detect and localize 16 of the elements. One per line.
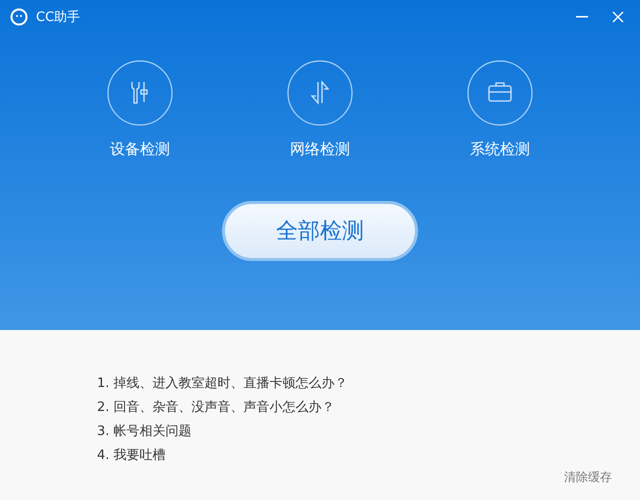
logo-icon <box>10 8 28 26</box>
wrench-icon <box>107 60 173 126</box>
check-button[interactable]: 设备检测 <box>105 60 175 159</box>
close-icon[interactable] <box>612 11 624 23</box>
faq-link[interactable]: 1. 掉线、进入教室超时、直播卡顿怎么办？ <box>97 372 348 396</box>
briefcase-icon <box>467 60 533 126</box>
check-button[interactable]: 网络检测 <box>285 60 355 159</box>
faq-link[interactable]: 3. 帐号相关问题 <box>97 420 192 444</box>
minimize-icon[interactable] <box>576 16 588 18</box>
faq-link[interactable]: 2. 回音、杂音、没声音、声音小怎么办？ <box>97 396 335 420</box>
window-title: CC助手 <box>36 9 82 26</box>
check-button[interactable]: 系统检测 <box>465 60 535 159</box>
arrows-icon <box>287 60 353 126</box>
check-all-button[interactable]: 全部检测 <box>222 201 418 261</box>
clear-cache-link[interactable]: 清除缓存 <box>564 469 612 486</box>
faq-link[interactable]: 4. 我要吐槽 <box>97 444 166 468</box>
